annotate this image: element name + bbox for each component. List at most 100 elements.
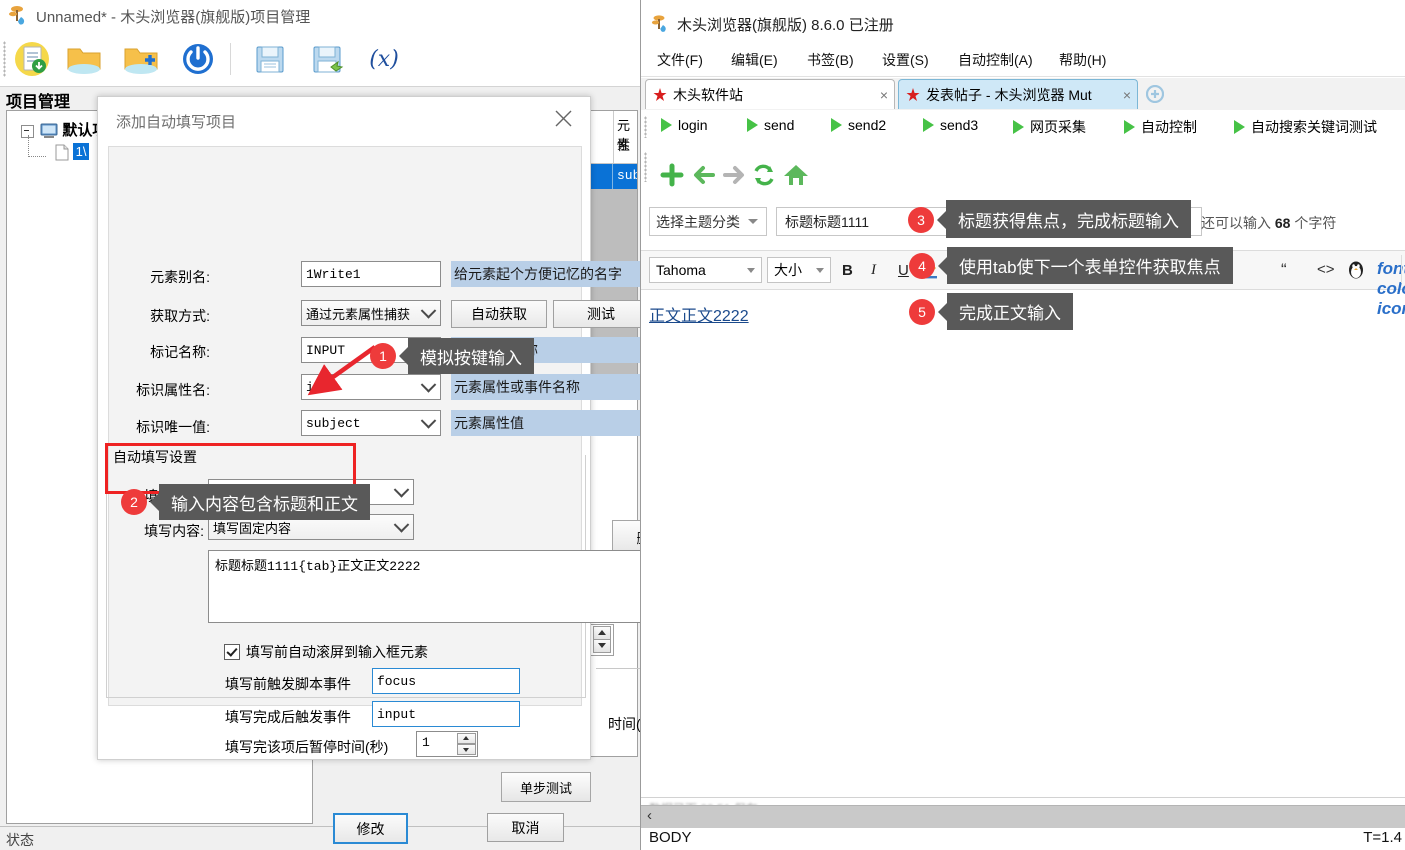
test-button[interactable]: 测试 [553,300,649,328]
tab-post-thread[interactable]: 发表帖子 - 木头浏览器 Mut × [898,79,1138,109]
tab-close-icon-0[interactable]: × [880,87,888,103]
tab-close-icon-1[interactable]: × [1123,87,1131,103]
new-project-icon[interactable] [10,38,54,80]
content-textarea[interactable]: 标题标题1111{tab}正文正文2222 [208,550,676,623]
open-folder-icon[interactable] [62,38,106,80]
scroll-left-icon[interactable]: ‹ [647,807,652,824]
background-spinner[interactable] [590,624,614,656]
quote-button[interactable]: “ [1281,260,1287,280]
browser-title-text: 木头浏览器(旗舰版) 8.6.0 已注册 [677,17,894,34]
menu-automation[interactable]: 自动控制(A) [958,50,1033,70]
chevron-down-icon [748,219,758,224]
variable-icon[interactable]: (x) [362,38,406,80]
bookmark-webcollect[interactable]: 网页采集 [1013,117,1086,137]
field-label-attrvalue: 标识唯一值: [136,419,210,435]
char-count-suffix: 个字符 [1294,215,1337,231]
bookmark-send3[interactable]: send3 [923,117,978,133]
bookmark-label-6: 自动搜索关键词测试 [1251,119,1377,135]
bold-button[interactable]: B [842,262,853,279]
add-folder-icon[interactable] [119,38,163,80]
menu-help[interactable]: 帮助(H) [1059,50,1106,70]
char-count-text: 还可以输入 68 个字符 [1201,213,1336,233]
play-icon [831,118,842,132]
document-icon [55,144,69,161]
capture-method-value: 通过元素属性捕获 [306,306,411,322]
bookmark-send[interactable]: send [747,117,794,133]
autoscroll-checkbox-row[interactable]: 填写前自动滚屏到输入框元素 [224,642,428,662]
stepper-up[interactable] [457,733,476,744]
stepper-down[interactable] [457,744,476,755]
post-body-text[interactable]: 正文正文2222 [649,302,749,326]
spinner-up[interactable] [593,626,611,640]
home-icon[interactable] [781,160,811,190]
bookmarks-bar: login send send2 send3 网页采集 自动控制 自动搜索关键词… [641,110,1405,145]
save-as-icon[interactable] [305,38,349,80]
grid-col-sep [613,111,614,163]
save-icon[interactable] [248,38,292,80]
cancel-button[interactable]: 取消 [487,813,564,842]
modify-button[interactable]: 修改 [333,813,408,844]
chevron-down-icon [420,303,437,319]
status-text: 状态 [6,832,34,848]
attr-name-select[interactable]: id [301,374,441,400]
back-icon[interactable] [689,160,719,190]
bookmark-login[interactable]: login [661,117,708,133]
menu-bookmark[interactable]: 书签(B) [807,50,854,70]
tree-connector-v [28,135,29,157]
dialog-title: 添加自动填写项目 [116,114,237,131]
left-window-title: Unnamed* - 木头浏览器(旗舰版)项目管理 [36,9,311,26]
auto-get-button[interactable]: 自动获取 [451,300,547,328]
tree-connector-h [28,156,46,157]
power-icon[interactable] [176,38,220,80]
code-button[interactable]: <> [1317,261,1335,278]
single-test-button[interactable]: 单步测试 [501,772,591,802]
font-family-select[interactable]: Tahoma [649,257,762,283]
attr-value-select[interactable]: subject [301,410,441,436]
mutou-favicon [905,87,921,103]
tab-mutou-software[interactable]: 木头软件站 × [645,79,895,109]
before-event-label: 填写前触发脚本事件 [225,676,351,692]
browser-window: 木头浏览器(旗舰版) 8.6.0 已注册 文件(F) 编辑(E) 书签(B) 设… [640,0,1405,850]
bookmark-label-2: send2 [848,117,887,133]
pause-time-stepper[interactable]: 1 [416,731,478,757]
annotation-badge-4: 4 [909,253,935,279]
menu-file[interactable]: 文件(F) [657,50,703,70]
italic-button[interactable]: I [871,262,876,279]
delete-button[interactable]: 删 [612,520,642,554]
toolbar-separator [230,43,231,75]
grid-header-1: 性 [617,138,631,153]
annotation-tip-5: 完成正文输入 [947,293,1073,330]
annotation-badge-2: 2 [121,489,147,515]
status-time: T=1.4 [1363,829,1402,846]
capture-method-select[interactable]: 通过元素属性捕获 [301,300,441,326]
forward-icon[interactable] [719,160,749,190]
stepper-buttons[interactable] [457,733,476,755]
browser-tabstrip: 木头软件站 × 发表帖子 - 木头浏览器 Mut × [641,78,1405,111]
refresh-icon[interactable] [749,160,779,190]
annotation-notch-5 [938,303,947,321]
font-size-value: 大小 [774,262,802,278]
bookmarks-grip [644,116,647,138]
attr-value-value: subject [306,415,361,431]
font-size-select[interactable]: 大小 [767,257,831,283]
autoscroll-checkbox[interactable] [224,644,240,660]
close-icon[interactable] [544,103,582,133]
spinner-down[interactable] [593,639,611,653]
alias-input[interactable]: 1Write1 [301,261,441,287]
plus-circle-icon[interactable] [1145,84,1165,106]
after-event-input[interactable]: input [372,701,520,727]
underline-button[interactable]: U [898,262,909,279]
bookmark-automation[interactable]: 自动控制 [1124,117,1197,137]
bookmark-send2[interactable]: send2 [831,117,886,133]
tree-child-node[interactable]: 1\ [55,143,90,161]
bookmark-keyword-test[interactable]: 自动搜索关键词测试 [1234,117,1377,137]
menu-edit[interactable]: 编辑(E) [731,50,778,70]
menu-settings[interactable]: 设置(S) [882,50,929,70]
horizontal-scrollbar[interactable]: ‹ [641,805,1405,829]
category-select[interactable]: 选择主题分类 [649,207,767,236]
annotation-tip-4: 使用tab使下一个表单控件获取焦点 [947,247,1233,284]
chevron-down-icon [420,377,437,393]
qq-icon[interactable] [1347,260,1365,282]
before-event-input[interactable]: focus [372,668,520,694]
add-icon[interactable] [657,160,687,190]
